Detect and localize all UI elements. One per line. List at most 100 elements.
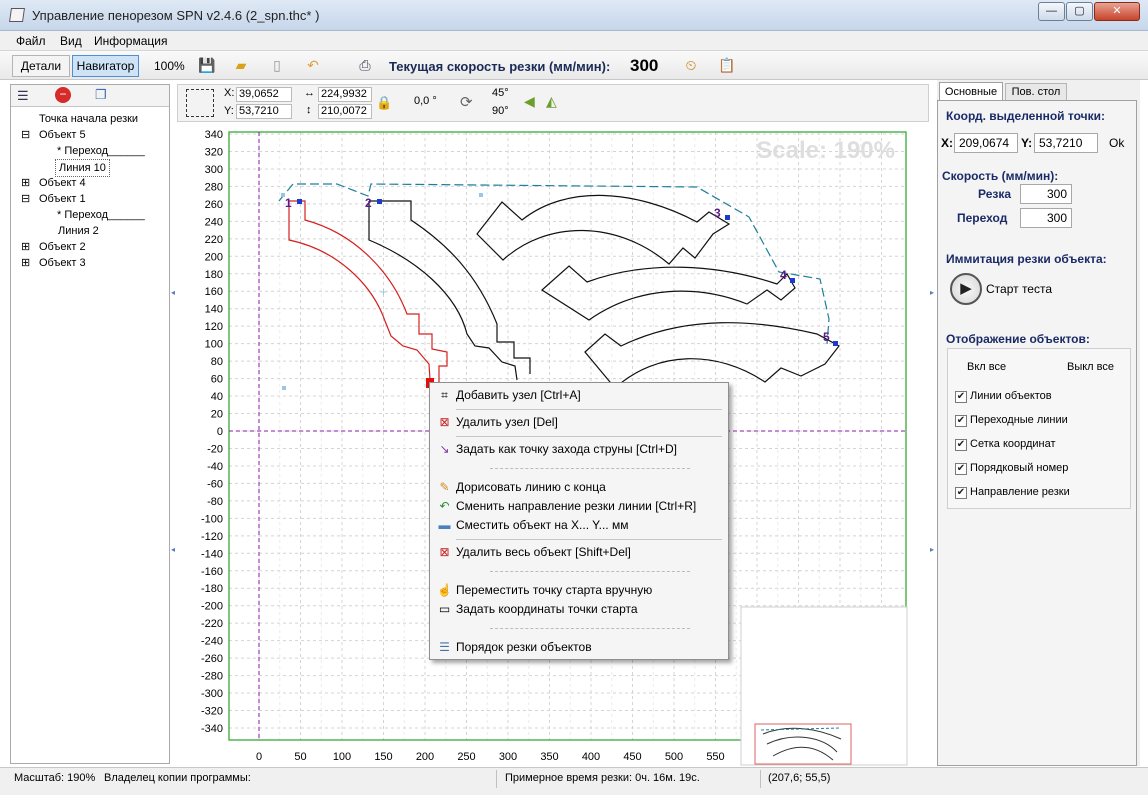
menu-view[interactable]: Вид: [60, 34, 82, 48]
height-field[interactable]: 210,0072: [318, 104, 372, 119]
menu-file[interactable]: Файл: [16, 34, 46, 48]
tree-start-point[interactable]: Точка начала резки: [39, 111, 138, 127]
ctx-move-start-manual[interactable]: ☝ Переместить точку старта вручную: [433, 581, 725, 600]
save-icon[interactable]: 💾: [198, 56, 216, 74]
rotate-90-button[interactable]: 90°: [492, 105, 509, 117]
move-speed-field[interactable]: 300: [1020, 208, 1072, 228]
selected-x-field[interactable]: 209,0674: [954, 133, 1018, 153]
minimize-button[interactable]: —: [1038, 2, 1065, 21]
y-tick-label: 180: [205, 269, 223, 281]
width-field[interactable]: 224,9932: [318, 87, 372, 102]
ctx-set-entry-point[interactable]: ↘ Задать как точку захода струны [Ctrl+D]: [433, 440, 725, 459]
y-tick-label: 340: [205, 129, 223, 141]
y-tick-label: -40: [207, 461, 223, 473]
navigator-button[interactable]: Навигатор: [72, 55, 139, 77]
cut-speed-field[interactable]: 300: [1020, 184, 1072, 204]
maximize-button[interactable]: ▢: [1066, 2, 1093, 21]
tree-expander-icon[interactable]: ⊟: [21, 191, 30, 207]
mirror-icon[interactable]: ◭: [546, 93, 557, 110]
cut-speed-label: Резка: [978, 187, 1012, 201]
checkbox-transition-lines[interactable]: ✔: [955, 415, 967, 427]
y-tick-label: -20: [207, 443, 223, 455]
close-button[interactable]: ✕: [1094, 2, 1140, 21]
status-coords: (207,6; 55,5): [768, 772, 831, 784]
y-tick-label: 320: [205, 146, 223, 158]
tree-transition-2[interactable]: * Переход______: [57, 207, 145, 223]
open-folder-icon[interactable]: ▰: [232, 56, 250, 74]
flip-left-icon[interactable]: ◀: [524, 93, 535, 110]
details-button[interactable]: Детали: [12, 55, 70, 77]
node-marker: [377, 199, 382, 204]
tree-expander-icon[interactable]: ⊞: [21, 239, 30, 255]
y-tick-label: 60: [211, 374, 223, 386]
splitter-right-icon[interactable]: ▸: [930, 288, 934, 297]
y-tick-label: 100: [205, 339, 223, 351]
ctx-move-object[interactable]: ▬ Сместить объект на X... Y... мм: [433, 516, 725, 535]
play-icon[interactable]: ▶: [950, 273, 982, 305]
timer-icon[interactable]: ⏲: [682, 56, 700, 74]
menu-info[interactable]: Информация: [94, 34, 167, 48]
tab-table[interactable]: Пов. стол: [1005, 83, 1067, 101]
rotate-45-button[interactable]: 45°: [492, 87, 509, 99]
list-icon[interactable]: ☰: [17, 88, 29, 104]
checkbox-object-lines[interactable]: ✔: [955, 391, 967, 403]
ctx-set-start-coords[interactable]: ▭ Задать координаты точки старта: [433, 600, 725, 619]
y-label: Y:: [224, 105, 234, 117]
y-tick-label: 140: [205, 304, 223, 316]
checkbox-cut-direction[interactable]: ✔: [955, 487, 967, 499]
ok-button[interactable]: Ok: [1109, 136, 1124, 150]
ctx-delete-node[interactable]: ⊠ Удалить узел [Del]: [433, 413, 725, 432]
lock-icon[interactable]: 🔒: [376, 95, 392, 111]
undo-icon[interactable]: ↶: [304, 56, 322, 74]
ctx-label: Сместить объект на X... Y... мм: [456, 518, 629, 532]
checkbox-order-number[interactable]: ✔: [955, 463, 967, 475]
y-tick-label: 260: [205, 199, 223, 211]
tree-toolbar: ☰ − ❐: [11, 85, 169, 107]
y-tick-label: -240: [201, 636, 223, 648]
angle-field[interactable]: 0,0 °: [412, 95, 456, 110]
tree-expander-icon[interactable]: ⊟: [21, 127, 30, 143]
pencil-icon: ✎: [439, 480, 450, 494]
ctx-delete-object[interactable]: ⊠ Удалить весь объект [Shift+Del]: [433, 543, 725, 562]
selected-y-field[interactable]: 53,7210: [1034, 133, 1098, 153]
ctx-cut-order[interactable]: ☰ Порядок резки объектов: [433, 638, 725, 657]
tab-main[interactable]: Основные: [939, 82, 1003, 101]
ctx-add-node[interactable]: ⌗ Добавить узел [Ctrl+A]: [433, 386, 725, 405]
clipboard-icon[interactable]: 📋: [718, 56, 736, 74]
ctx-label: Удалить весь объект [Shift+Del]: [456, 545, 631, 559]
splitter-left-icon[interactable]: ◂: [171, 288, 175, 297]
node-label-1: 1: [285, 196, 292, 210]
tree-transition-1[interactable]: * Переход______: [57, 143, 145, 159]
copy-icon[interactable]: ❐: [95, 87, 107, 103]
speed-label: Текущая скорость резки (мм/мин):: [389, 59, 611, 74]
x-coord-field[interactable]: 39,0652: [236, 87, 292, 102]
rotate-icon[interactable]: ⟳: [460, 93, 473, 111]
option-label: Линии объектов: [970, 390, 1052, 402]
remove-icon[interactable]: −: [55, 87, 71, 103]
y-coord-field[interactable]: 53,7210: [236, 104, 292, 119]
all-off-button[interactable]: Выкл все: [1067, 361, 1114, 373]
checkbox-grid[interactable]: ✔: [955, 439, 967, 451]
tree-expander-icon[interactable]: ⊞: [21, 175, 30, 191]
print-icon[interactable]: ⎙: [356, 56, 374, 74]
start-test-button[interactable]: Старт теста: [986, 282, 1052, 296]
splitter-right-icon[interactable]: ▸: [930, 545, 934, 554]
tree-object-3[interactable]: Объект 3: [39, 255, 86, 271]
tree-expander-icon[interactable]: ⊞: [21, 255, 30, 271]
all-on-button[interactable]: Вкл все: [967, 361, 1006, 373]
zoom-level[interactable]: 100%: [154, 59, 185, 73]
ctx-continue-line[interactable]: ✎ Дорисовать линию с конца: [433, 478, 725, 497]
tree-object-4[interactable]: Объект 4: [39, 175, 86, 191]
delete-node-icon: ⊠: [439, 415, 450, 429]
tree-object-1[interactable]: Объект 1: [39, 191, 86, 207]
tree-object-5[interactable]: Объект 5: [39, 127, 86, 143]
tree-object-2[interactable]: Объект 2: [39, 239, 86, 255]
splitter-left-icon[interactable]: ◂: [171, 545, 175, 554]
y-tick-label: 300: [205, 164, 223, 176]
new-file-icon[interactable]: ▯: [268, 56, 286, 74]
scale-watermark: Scale: 190%: [756, 137, 895, 164]
ctx-reverse-direction[interactable]: ↶ Сменить направление резки линии [Ctrl+R…: [433, 497, 725, 516]
object-tree-panel: ☰ − ❐ Точка начала резки ⊟ Объект 5 * Пе…: [10, 84, 170, 764]
speed-value: 300: [630, 56, 659, 75]
tree-line-2[interactable]: Линия 2: [58, 223, 99, 239]
